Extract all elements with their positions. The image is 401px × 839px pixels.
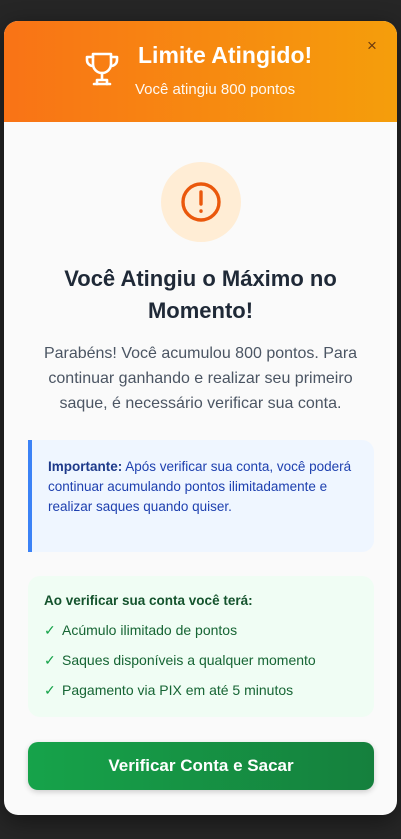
benefit-text: Acúmulo ilimitado de pontos [62,622,238,638]
exclamation-circle-icon [181,182,221,222]
important-notice: Importante: Após verificar sua conta, vo… [28,440,374,552]
modal-subtitle: Você atingiu 800 pontos [135,81,296,98]
benefit-text: Pagamento via PIX em até 5 minutos [62,682,294,698]
benefit-item: ✓ Saques disponíveis a qualquer momento [44,645,358,675]
trophy-icon [85,52,119,86]
benefits-box: Ao verificar sua conta você terá: ✓ Acúm… [28,576,374,717]
modal-title: Limite Atingido! [138,42,313,68]
verify-account-button[interactable]: Verificar Conta e Sacar [28,742,374,790]
check-icon: ✓ [44,621,56,638]
headline: Você Atingiu o Máximo no Momento! [64,266,337,323]
warning-badge [161,162,241,242]
modal-header: Limite Atingido! Você atingiu 800 pontos… [4,21,397,122]
check-icon: ✓ [44,681,56,698]
limit-reached-modal: Limite Atingido! Você atingiu 800 pontos… [4,21,397,815]
important-label: Importante: [48,459,123,474]
benefit-item: ✓ Acúmulo ilimitado de pontos [44,615,358,645]
close-icon: × [367,36,377,55]
benefit-item: ✓ Pagamento via PIX em até 5 minutos [44,675,358,705]
description: Parabéns! Você acumulou 800 pontos. Para… [43,345,358,412]
benefits-title: Ao verificar sua conta você terá: [44,593,253,608]
close-button[interactable]: × [361,35,383,57]
benefit-text: Saques disponíveis a qualquer momento [62,652,316,668]
check-icon: ✓ [44,651,56,668]
